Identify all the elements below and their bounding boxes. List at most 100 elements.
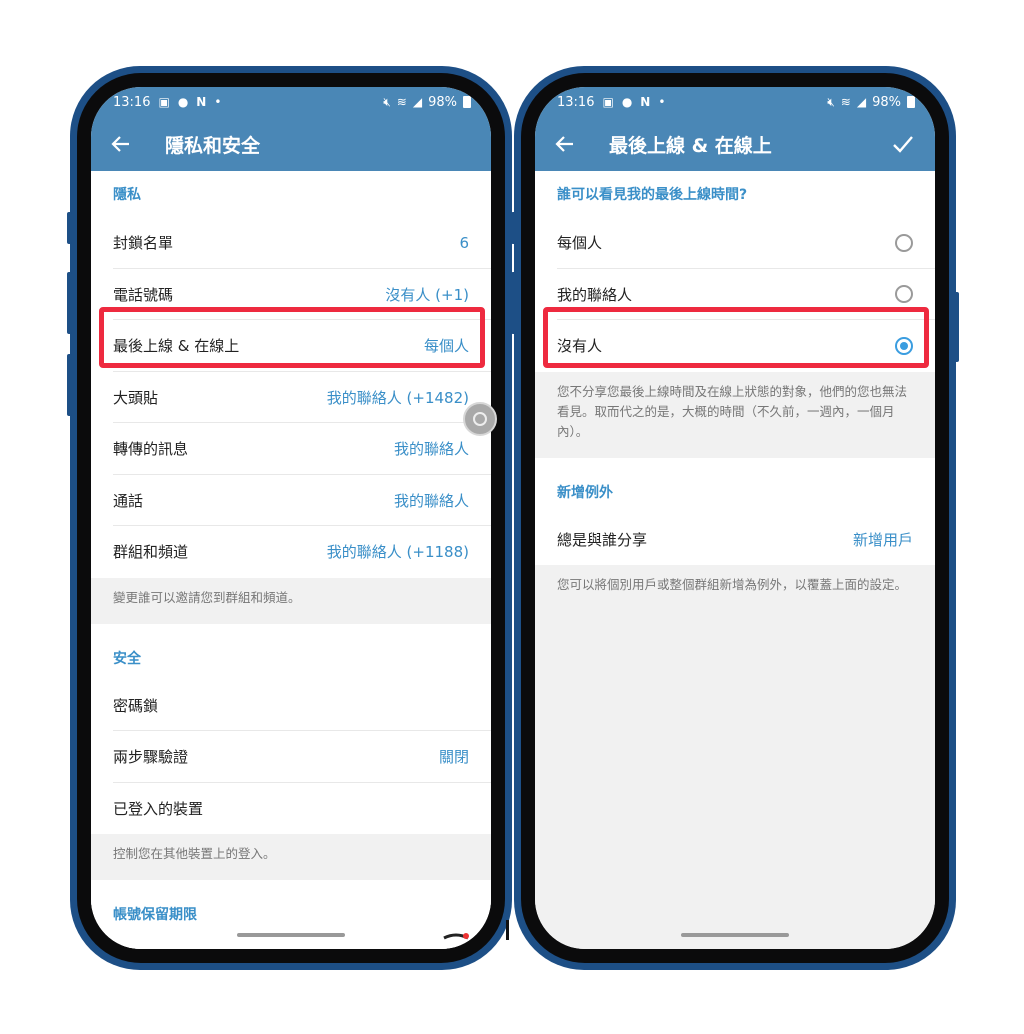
- app-bar: 最後上線 & 在線上: [535, 117, 935, 171]
- row-label: 轉傳的訊息: [113, 440, 189, 459]
- row-label: 群組和頻道: [113, 543, 189, 562]
- screen-privacy-security: 13:16 ▣ ● N • 🔇︎ ≋ ◢ 98% 隱私和安全 隱私 封鎖名單 6…: [91, 87, 491, 949]
- radio-button[interactable]: [895, 233, 913, 252]
- image-icon: ▣: [602, 95, 614, 109]
- back-button[interactable]: [535, 117, 595, 171]
- volume-button: [511, 272, 516, 334]
- row-forwarded-messages[interactable]: 轉傳的訊息 我的聯絡人: [91, 423, 491, 475]
- chat-icon: ●: [177, 95, 189, 109]
- chat-icon: ●: [621, 95, 633, 109]
- watermark-logo-icon: [443, 920, 509, 940]
- privacy-section: 隱私 封鎖名單 6 電話號碼 沒有人 (+1) 最後上線 & 在線上 每個人 大…: [91, 171, 491, 578]
- row-value: 新增用戶: [852, 530, 913, 549]
- option-everybody[interactable]: 每個人: [535, 217, 935, 269]
- row-two-step-verification[interactable]: 兩步驟驗證 關閉: [91, 731, 491, 783]
- row-groups-channels[interactable]: 群組和頻道 我的聯絡人 (+1188): [91, 526, 491, 578]
- dot-icon: •: [658, 95, 666, 109]
- app-bar: 隱私和安全: [91, 117, 491, 171]
- row-phone-number[interactable]: 電話號碼 沒有人 (+1): [91, 269, 491, 321]
- row-label: 總是與誰分享: [557, 530, 648, 549]
- status-bar: 13:16 ▣ ● N • 🔇︎ ≋ ◢ 98%: [535, 87, 935, 117]
- settings-list: 隱私 封鎖名單 6 電話號碼 沒有人 (+1) 最後上線 & 在線上 每個人 大…: [91, 171, 491, 949]
- phone-bezel: 13:16 ▣ ● N • 🔇︎ ≋ ◢ 98% 最後上線 & 在線上 誰可以看…: [521, 73, 949, 963]
- row-retention[interactable]: 保留 1: [91, 936, 491, 949]
- mute-icon: 🔇︎: [383, 94, 391, 109]
- floating-camera-icon[interactable]: [463, 402, 497, 436]
- row-profile-photo[interactable]: 大頭貼 我的聯絡人 (+1482): [91, 372, 491, 424]
- row-label: 封鎖名單: [113, 234, 174, 253]
- option-my-contacts[interactable]: 我的聯絡人: [535, 269, 935, 321]
- dot-icon: •: [214, 95, 222, 109]
- arrow-left-icon: [555, 136, 573, 152]
- wifi-icon: ≋: [396, 95, 407, 109]
- row-last-seen[interactable]: 最後上線 & 在線上 每個人: [91, 320, 491, 372]
- row-value: 沒有人 (+1): [385, 285, 469, 304]
- row-passcode-lock[interactable]: 密碼鎖: [91, 680, 491, 732]
- option-label: 沒有人: [557, 337, 603, 356]
- security-section: 安全 密碼鎖 兩步驟驗證 關閉 已登入的裝置: [91, 623, 491, 835]
- row-label: 大頭貼: [113, 388, 159, 407]
- battery-icon: [907, 96, 915, 108]
- mute-icon: 🔇︎: [827, 94, 835, 109]
- last-seen-settings: 誰可以看見我的最後上線時間? 每個人 我的聯絡人 沒有人 您不分享您最後上線時間…: [535, 171, 935, 949]
- radio-button[interactable]: [895, 285, 913, 304]
- exceptions-section: 新增例外 總是與誰分享 新增用戶: [535, 457, 935, 566]
- privacy-note: 變更誰可以邀請您到群組和頻道。: [91, 577, 491, 624]
- row-label: 通話: [113, 491, 144, 510]
- option-label: 我的聯絡人: [557, 285, 633, 304]
- signal-icon: ◢: [412, 95, 423, 109]
- section-header-exceptions: 新增例外: [557, 484, 613, 501]
- battery-percent: 98%: [428, 94, 457, 110]
- back-button[interactable]: [91, 117, 151, 171]
- row-label: 密碼鎖: [113, 696, 159, 715]
- page-title: 隱私和安全: [165, 134, 261, 157]
- section-header-privacy: 隱私: [113, 187, 141, 203]
- phone-right: 13:16 ▣ ● N • 🔇︎ ≋ ◢ 98% 最後上線 & 在線上 誰可以看…: [511, 66, 959, 970]
- row-value: 關閉: [438, 748, 469, 767]
- status-time: 13:16: [557, 94, 595, 110]
- exceptions-note: 您可以將個別用戶或整個群組新增為例外，以覆蓋上面的設定。: [535, 565, 935, 611]
- status-bar: 13:16 ▣ ● N • 🔇︎ ≋ ◢ 98%: [91, 87, 491, 117]
- row-active-sessions[interactable]: 已登入的裝置: [91, 783, 491, 835]
- gesture-bar[interactable]: [237, 933, 345, 937]
- n-icon: N: [640, 95, 651, 109]
- row-always-share-with[interactable]: 總是與誰分享 新增用戶: [535, 514, 935, 566]
- row-value: 6: [459, 233, 469, 252]
- battery-percent: 98%: [872, 94, 901, 110]
- row-label: 兩步驟驗證: [113, 748, 189, 767]
- page-title: 最後上線 & 在線上: [609, 134, 772, 157]
- power-button: [67, 354, 72, 416]
- row-blocked-users[interactable]: 封鎖名單 6: [91, 217, 491, 269]
- power-button: [954, 292, 959, 362]
- signal-icon: ◢: [856, 95, 867, 109]
- radio-button-selected[interactable]: [895, 336, 913, 355]
- battery-icon: [463, 96, 471, 108]
- row-label: 電話號碼: [113, 285, 174, 304]
- row-label: 已登入的裝置: [113, 799, 204, 818]
- check-icon: [893, 136, 913, 153]
- security-note: 控制您在其他裝置上的登入。: [91, 834, 491, 880]
- option-label: 每個人: [557, 234, 603, 253]
- volume-button: [67, 272, 72, 334]
- option-nobody[interactable]: 沒有人: [535, 320, 935, 372]
- row-value: 我的聯絡人: [393, 440, 469, 459]
- row-value: 我的聯絡人 (+1482): [326, 388, 469, 407]
- done-button[interactable]: [887, 128, 919, 160]
- row-value: 每個人: [423, 337, 469, 356]
- gesture-bar[interactable]: [681, 933, 789, 937]
- volume-button: [511, 212, 516, 244]
- arrow-left-icon: [111, 136, 129, 152]
- who-can-see-section: 誰可以看見我的最後上線時間? 每個人 我的聯絡人 沒有人: [535, 171, 935, 372]
- row-label: 最後上線 & 在線上: [113, 337, 240, 356]
- volume-button: [67, 212, 72, 244]
- status-time: 13:16: [113, 94, 151, 110]
- retention-section: 帳號保留期限 保留 1: [91, 880, 491, 949]
- options-note: 您不分享您最後上線時間及在線上狀態的對象，他們的您也無法看見。取而代之的是，大概…: [535, 371, 935, 458]
- row-value: 我的聯絡人 (+1188): [326, 543, 469, 562]
- phone-bezel: 13:16 ▣ ● N • 🔇︎ ≋ ◢ 98% 隱私和安全 隱私 封鎖名單 6…: [77, 73, 505, 963]
- section-header-question: 誰可以看見我的最後上線時間?: [557, 187, 748, 203]
- row-calls[interactable]: 通話 我的聯絡人: [91, 475, 491, 527]
- image-icon: ▣: [158, 95, 170, 109]
- section-header-retention: 帳號保留期限: [113, 907, 197, 923]
- phone-left: 13:16 ▣ ● N • 🔇︎ ≋ ◢ 98% 隱私和安全 隱私 封鎖名單 6…: [67, 66, 512, 970]
